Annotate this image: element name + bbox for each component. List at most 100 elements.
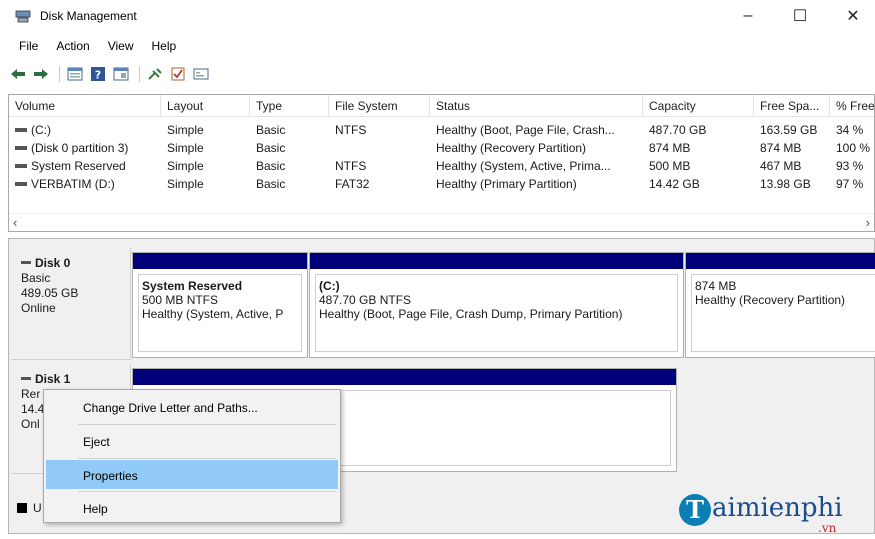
volume-percent-free: 100 %: [836, 141, 871, 155]
menu-bar: File Action View Help: [10, 37, 185, 57]
volume-status: Healthy (Primary Partition): [436, 177, 577, 191]
menu-view[interactable]: View: [99, 37, 143, 57]
partition-band: [133, 369, 676, 385]
partition-details: 874 MB Healthy (Recovery Partition): [691, 274, 875, 352]
menu-separator: [78, 491, 336, 492]
svg-text:?: ?: [95, 69, 101, 82]
back-arrow-icon[interactable]: [8, 64, 28, 84]
partition-status: Healthy (System, Active, P: [142, 307, 284, 321]
partition-system-reserved[interactable]: System Reserved 500 MB NTFS Healthy (Sys…: [132, 252, 308, 358]
disk-0-name: Disk 0: [21, 256, 130, 270]
context-menu: Change Drive Letter and Paths... Eject P…: [43, 389, 341, 523]
disk-0-info[interactable]: Disk 0 Basic 489.05 GB Online: [11, 248, 131, 360]
legend-swatch: [17, 503, 27, 513]
menu-item-help[interactable]: Help: [46, 493, 338, 522]
partition-details: (C:) 487.70 GB NTFS Healthy (Boot, Page …: [315, 274, 678, 352]
disk-list-icon[interactable]: [65, 64, 85, 84]
volume-icon: [15, 181, 27, 186]
volume-percent-free: 97 %: [836, 177, 864, 191]
watermark-name: aimienphi: [712, 493, 843, 523]
menu-file[interactable]: File: [10, 37, 47, 57]
volume-free-space: 163.59 GB: [760, 123, 818, 137]
column-header-type[interactable]: Type: [250, 95, 329, 117]
volume-layout: Simple: [167, 177, 204, 191]
title-bar: Disk Management – ☐ ✕: [0, 0, 875, 34]
disk-icon: [21, 261, 31, 265]
disk-0-type: Basic: [21, 271, 51, 285]
watermark-logo: T aimienphi .vn: [679, 491, 875, 539]
watermark-initial: T: [679, 494, 711, 526]
close-button[interactable]: ✕: [833, 4, 873, 28]
window-list-icon[interactable]: [191, 64, 211, 84]
legend-unallocated-label: U: [33, 501, 42, 515]
disk-0-state: Online: [21, 301, 56, 315]
column-header-percent-free[interactable]: % Free: [830, 95, 874, 117]
watermark-tld: .vn: [818, 521, 837, 535]
volume-capacity: 500 MB: [649, 159, 691, 173]
column-header-layout[interactable]: Layout: [161, 95, 250, 117]
disk-icon: [21, 377, 31, 381]
menu-item-eject[interactable]: Eject: [46, 426, 338, 455]
volume-file-system: NTFS: [335, 159, 367, 173]
menu-item-change-drive-letter[interactable]: Change Drive Letter and Paths...: [46, 392, 338, 421]
volume-icon: [15, 163, 27, 168]
legend: U: [17, 500, 42, 516]
partition-band: [686, 253, 875, 269]
horizontal-scrollbar[interactable]: ‹ ›: [9, 213, 874, 231]
partition-size: 874 MB: [695, 279, 737, 293]
column-header-volume[interactable]: Volume: [9, 95, 161, 117]
help-icon[interactable]: ?: [88, 64, 108, 84]
column-header-file-system[interactable]: File System: [329, 95, 430, 117]
volume-list: Volume Layout Type File System Status Ca…: [8, 94, 875, 232]
column-header-free-space[interactable]: Free Spa...: [754, 95, 830, 117]
partition-c-drive[interactable]: (C:) 487.70 GB NTFS Healthy (Boot, Page …: [309, 252, 684, 358]
volume-row[interactable]: VERBATIM (D:) Simple Basic FAT32 Healthy…: [9, 175, 874, 192]
disk-management-icon: [15, 10, 31, 23]
toolbar-separator: [59, 66, 60, 82]
connect-icon[interactable]: [145, 64, 165, 84]
column-header-status[interactable]: Status: [430, 95, 643, 117]
partition-status: Healthy (Boot, Page File, Crash Dump, Pr…: [319, 307, 623, 321]
volume-row[interactable]: (C:) Simple Basic NTFS Healthy (Boot, Pa…: [9, 121, 874, 138]
partition-name: (C:): [319, 279, 340, 293]
partition-status: Healthy (Recovery Partition): [695, 293, 846, 307]
toolbar: ?: [8, 63, 214, 85]
volume-capacity: 487.70 GB: [649, 123, 707, 137]
forward-arrow-icon[interactable]: [31, 64, 51, 84]
column-header-capacity[interactable]: Capacity: [643, 95, 754, 117]
menu-action[interactable]: Action: [47, 37, 98, 57]
minimize-button[interactable]: –: [728, 4, 768, 28]
volume-type: Basic: [256, 177, 286, 191]
volume-row[interactable]: System Reserved Simple Basic NTFS Health…: [9, 157, 874, 174]
partition-size: 500 MB NTFS: [142, 293, 219, 307]
volume-free-space: 874 MB: [760, 141, 802, 155]
partition-size: 487.70 GB NTFS: [319, 293, 412, 307]
volume-name: VERBATIM (D:): [15, 175, 161, 192]
volume-layout: Simple: [167, 123, 204, 137]
volume-free-space: 467 MB: [760, 159, 802, 173]
partition-band: [133, 253, 307, 269]
menu-item-properties[interactable]: Properties: [46, 460, 338, 489]
partition-recovery[interactable]: 874 MB Healthy (Recovery Partition): [685, 252, 875, 358]
partition-details: System Reserved 500 MB NTFS Healthy (Sys…: [138, 274, 302, 352]
check-icon[interactable]: [168, 64, 188, 84]
disk-0-size: 489.05 GB: [21, 286, 79, 300]
volume-type: Basic: [256, 159, 286, 173]
volume-list-header: Volume Layout Type File System Status Ca…: [9, 95, 874, 117]
window-title: Disk Management: [40, 9, 137, 23]
volume-status: Healthy (Boot, Page File, Crash...: [436, 123, 615, 137]
volume-type: Basic: [256, 123, 286, 137]
menu-help[interactable]: Help: [143, 37, 186, 57]
volume-layout: Simple: [167, 141, 204, 155]
maximize-button[interactable]: ☐: [780, 4, 820, 28]
properties-list-icon[interactable]: [111, 64, 131, 84]
scroll-left-icon[interactable]: ‹: [13, 215, 17, 230]
volume-status: Healthy (System, Active, Prima...: [436, 159, 611, 173]
partition-name: System Reserved: [142, 279, 243, 293]
toolbar-separator: [139, 66, 140, 82]
volume-capacity: 14.42 GB: [649, 177, 700, 191]
volume-icon: [15, 127, 27, 132]
menu-separator: [78, 424, 336, 425]
scroll-right-icon[interactable]: ›: [866, 215, 870, 230]
volume-row[interactable]: (Disk 0 partition 3) Simple Basic Health…: [9, 139, 874, 156]
